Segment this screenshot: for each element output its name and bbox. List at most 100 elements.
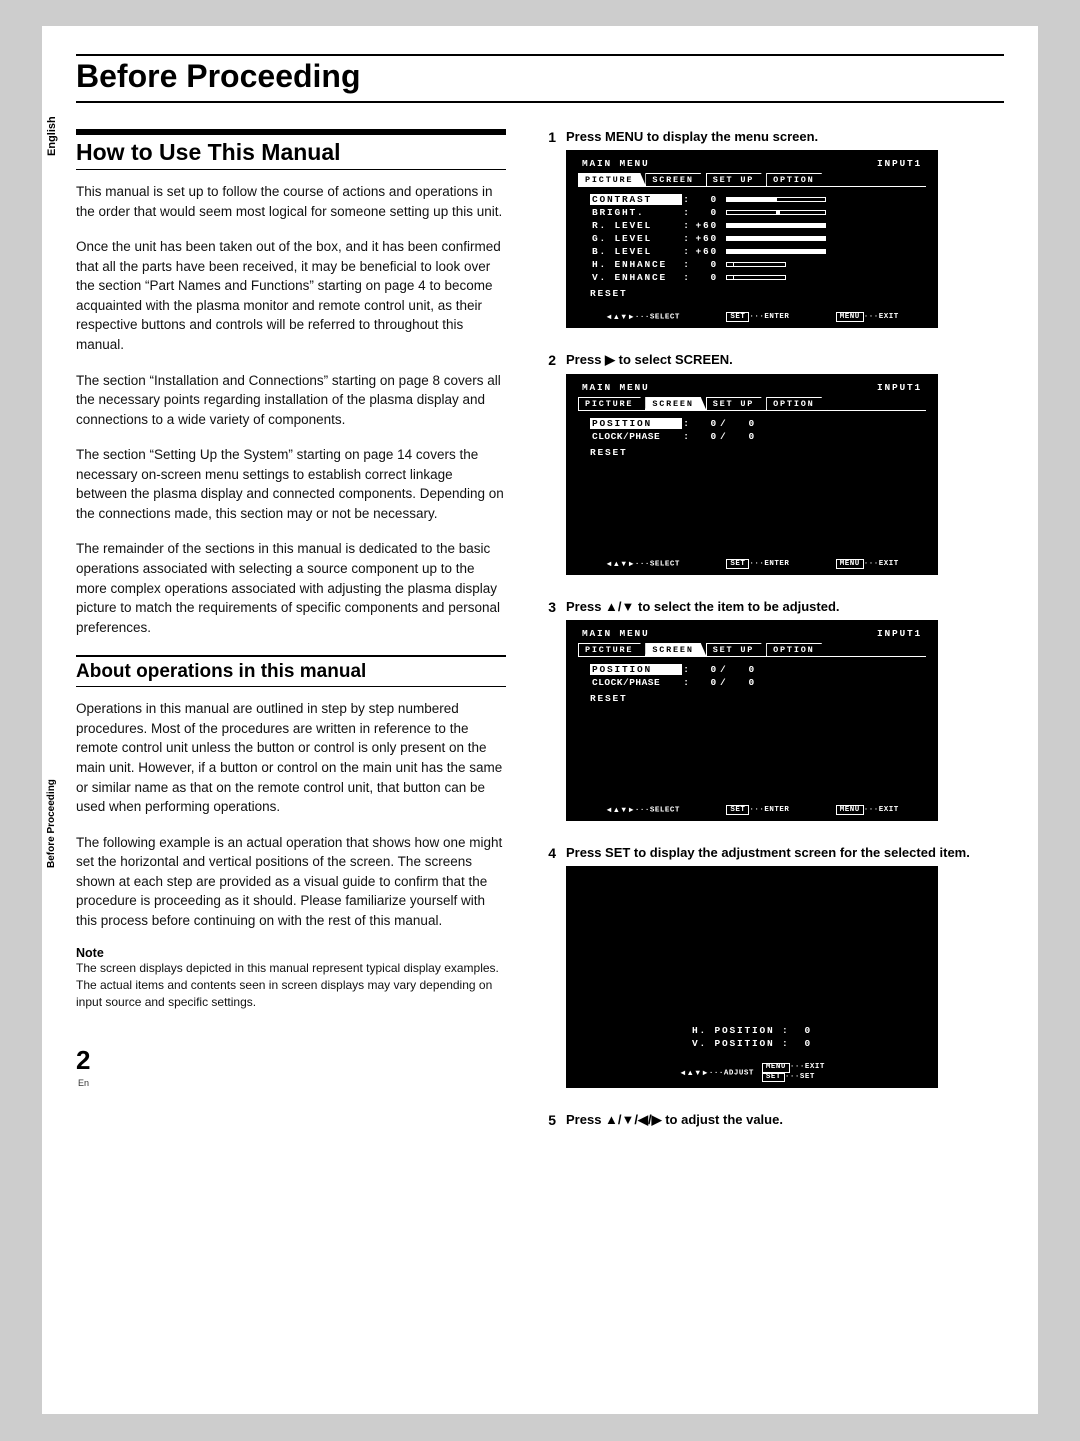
osd-slider (726, 236, 826, 241)
heading-how-to-use: How to Use This Manual (76, 129, 506, 170)
osd-item-value: 0 (728, 677, 756, 688)
osd-slider (726, 210, 826, 215)
osd-input-badge: INPUT1 (877, 628, 922, 639)
step-2: 2 Press ▶ to select SCREEN. MAIN MENU IN… (544, 352, 1004, 589)
osd-item-value: 0 (692, 259, 720, 270)
osd-item-value: 0 (692, 431, 720, 442)
osd-tab-screen: SCREEN (645, 397, 706, 411)
osd-item-label: CLOCK/PHASE (590, 431, 682, 442)
osd-screenshot-2: MAIN MENU INPUT1 PICTURE SCREEN SET UP O… (566, 374, 938, 575)
step-4: 4 Press SET to display the adjustment sc… (544, 845, 1004, 1102)
osd-slider (726, 249, 826, 254)
osd-item-label: V. ENHANCE (590, 272, 682, 283)
osd-tab-setup: SET UP (706, 397, 767, 411)
osd-item-label: BRIGHT. (590, 207, 682, 218)
para-4: The section “Setting Up the System” star… (76, 445, 506, 523)
dpad-icon: ◄▲▼► (605, 559, 635, 568)
osd-row-rlevel: R. LEVEL: +60 (572, 219, 932, 232)
osd-row-clockphase: CLOCK/PHASE: 0/ 0 (572, 430, 932, 443)
step-1: 1 Press MENU to display the menu screen.… (544, 129, 1004, 342)
step-5-text: Press ▲/▼/◀/▶ to adjust the value. (566, 1112, 1004, 1128)
osd-footer: ◄▲▼►···SELECT SET···ENTER MENU···EXIT (572, 309, 932, 326)
osd-tab-picture: PICTURE (578, 643, 646, 657)
menu-button-icon: MENU (762, 1063, 790, 1073)
osd-item-label: CLOCK/PHASE (590, 677, 682, 688)
osd-tab-option: OPTION (766, 643, 827, 657)
osd-slider (726, 275, 786, 280)
set-button-icon: SET (762, 1073, 785, 1083)
right-column: 1 Press MENU to display the menu screen.… (544, 129, 1004, 1144)
manual-page: English Before Proceeding Before Proceed… (42, 26, 1038, 1414)
osd-row-clockphase: CLOCK/PHASE: 0/ 0 (572, 676, 932, 689)
osd-screenshot-3: MAIN MENU INPUT1 PICTURE SCREEN SET UP O… (566, 620, 938, 821)
osd-tab-picture: PICTURE (578, 173, 646, 187)
osd-reset: RESET (572, 689, 932, 714)
osd-item-value: 0 (728, 431, 756, 442)
page-title: Before Proceeding (76, 58, 1004, 99)
osd-item-label: G. LEVEL (590, 233, 682, 244)
osd-hpos-value: 0 (805, 1025, 813, 1036)
osd-item-value: 0 (692, 677, 720, 688)
step-3: 3 Press ▲/▼ to select the item to be adj… (544, 599, 1004, 835)
osd-screenshot-4: H. POSITION : 0 V. POSITION : 0 ◄▲▼►···A… (566, 866, 938, 1088)
osd-item-value: +60 (692, 233, 720, 244)
set-button-icon: SET (726, 312, 749, 322)
step-3-text: Press ▲/▼ to select the item to be adjus… (566, 599, 1004, 614)
osd-vpos-value: 0 (805, 1038, 813, 1049)
para-2: Once the unit has been taken out of the … (76, 237, 506, 354)
osd-row-bright: BRIGHT.: 0 (572, 206, 932, 219)
osd-vpos-label: V. POSITION (692, 1038, 775, 1049)
osd-screenshot-1: MAIN MENU INPUT1 PICTURE SCREEN SET UP O… (566, 150, 938, 328)
dpad-icon: ◄▲▼► (605, 805, 635, 814)
osd-reset: RESET (572, 443, 932, 468)
para-3: The section “Installation and Connection… (76, 371, 506, 430)
osd-row-position: POSITION: 0/ 0 (572, 663, 932, 676)
osd-tab-option: OPTION (766, 397, 827, 411)
step-5: 5 Press ▲/▼/◀/▶ to adjust the value. (544, 1112, 1004, 1134)
side-language-label: English (46, 116, 58, 156)
osd-row-blevel: B. LEVEL: +60 (572, 245, 932, 258)
step-2-text: Press ▶ to select SCREEN. (566, 352, 1004, 368)
para-7: The following example is an actual opera… (76, 833, 506, 931)
step-number: 3 (544, 599, 556, 835)
osd-item-label: POSITION (590, 418, 682, 429)
osd-item-value: 0 (692, 272, 720, 283)
osd-footer: ◄▲▼►···SELECT SET···ENTER MENU···EXIT (572, 556, 932, 573)
para-1: This manual is set up to follow the cour… (76, 182, 506, 221)
osd-tab-screen: SCREEN (645, 173, 706, 187)
osd-tab-option: OPTION (766, 173, 827, 187)
osd-item-value: 0 (692, 664, 720, 675)
set-button-icon: SET (726, 559, 749, 569)
osd-input-badge: INPUT1 (877, 382, 922, 393)
osd-row-position: POSITION: 0/ 0 (572, 417, 932, 430)
para-6: Operations in this manual are outlined i… (76, 699, 506, 816)
osd-input-badge: INPUT1 (877, 158, 922, 169)
side-section-label: Before Proceeding (46, 779, 57, 868)
osd-hpos-label: H. POSITION (692, 1025, 775, 1036)
osd-tab-setup: SET UP (706, 643, 767, 657)
osd-title: MAIN MENU (582, 158, 650, 169)
dpad-icon: ◄▲▼► (679, 1068, 709, 1077)
osd-footer: ◄▲▼►···SELECT SET···ENTER MENU···EXIT (572, 802, 932, 819)
osd-slider (726, 262, 786, 267)
osd-title: MAIN MENU (582, 382, 650, 393)
step-number: 4 (544, 845, 556, 1102)
osd-title: MAIN MENU (582, 628, 650, 639)
page-number: 2 (76, 1045, 506, 1076)
step-1-text: Press MENU to display the menu screen. (566, 129, 1004, 144)
osd-item-value: +60 (692, 246, 720, 257)
page-number-lang: En (78, 1078, 506, 1088)
osd-item-value: 0 (692, 194, 720, 205)
osd-item-label: H. ENHANCE (590, 259, 682, 270)
osd-tab-setup: SET UP (706, 173, 767, 187)
osd-reset: RESET (572, 284, 932, 309)
osd-item-label: B. LEVEL (590, 246, 682, 257)
para-5: The remainder of the sections in this ma… (76, 539, 506, 637)
osd-item-value: 0 (692, 418, 720, 429)
note-line-2: The actual items and contents seen in sc… (76, 977, 506, 1011)
step-4-text: Press SET to display the adjustment scre… (566, 845, 1004, 860)
osd-row-venhance: V. ENHANCE: 0 (572, 271, 932, 284)
osd-tab-picture: PICTURE (578, 397, 646, 411)
osd-item-value: +60 (692, 220, 720, 231)
osd-item-label: R. LEVEL (590, 220, 682, 231)
